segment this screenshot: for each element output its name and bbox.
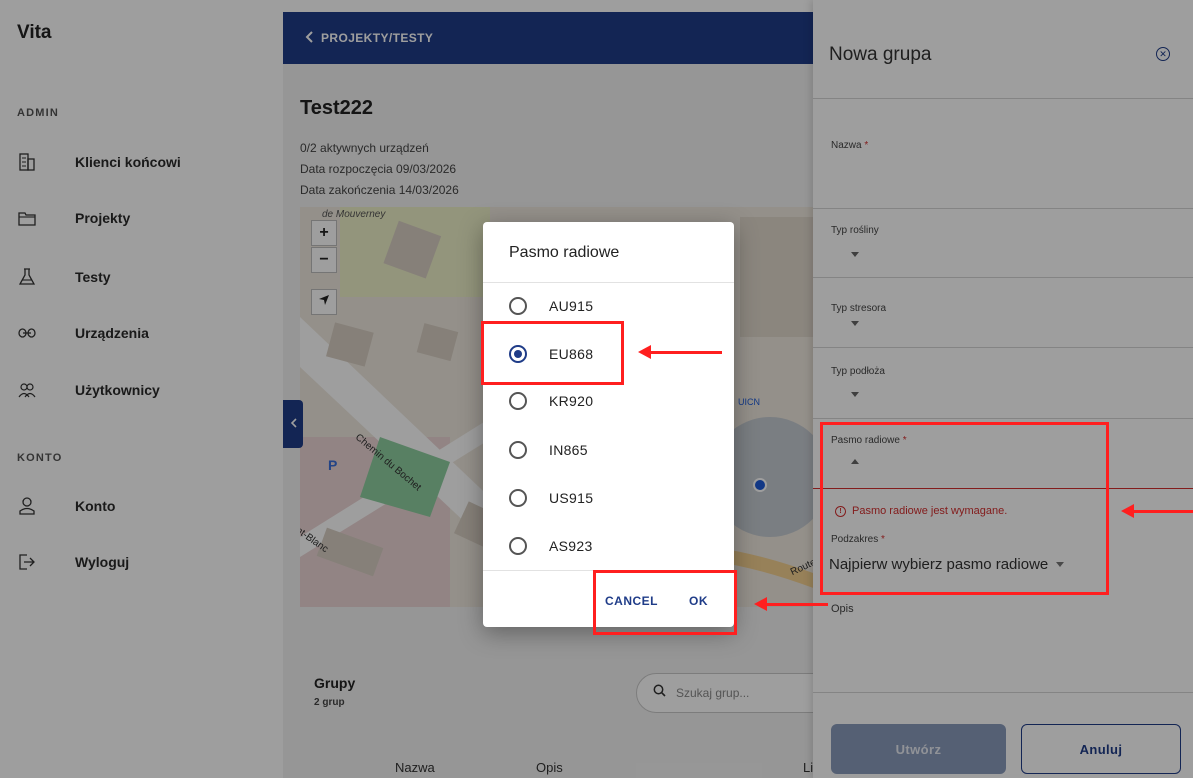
radio-button[interactable] (509, 297, 527, 315)
highlight-box-radio-band-field (820, 422, 1109, 595)
radio-option-in865[interactable]: IN865 (509, 432, 709, 468)
divider (483, 282, 734, 283)
radio-option-label: US915 (549, 490, 594, 506)
highlight-box-eu868 (481, 321, 624, 385)
radio-option-kr920[interactable]: KR920 (509, 383, 709, 419)
radio-band-dialog: Pasmo radiowe AU915 EU868 KR920 IN865 US… (483, 222, 734, 627)
annotation-arrow-head (638, 345, 651, 359)
radio-button[interactable] (509, 537, 527, 555)
annotation-arrow (1133, 510, 1193, 513)
radio-option-label: IN865 (549, 442, 588, 458)
highlight-box-dialog-buttons (593, 570, 737, 635)
annotation-arrow (650, 351, 722, 354)
radio-option-us915[interactable]: US915 (509, 480, 709, 516)
radio-option-label: AU915 (549, 298, 594, 314)
radio-option-label: AS923 (549, 538, 593, 554)
annotation-arrow-head (1121, 504, 1134, 518)
radio-button[interactable] (509, 392, 527, 410)
radio-option-label: KR920 (549, 393, 594, 409)
radio-button[interactable] (509, 441, 527, 459)
annotation-arrow (766, 603, 828, 606)
dialog-title: Pasmo radiowe (509, 244, 620, 261)
annotation-arrow-head (754, 597, 767, 611)
radio-option-au915[interactable]: AU915 (509, 288, 709, 324)
radio-option-as923[interactable]: AS923 (509, 528, 709, 564)
radio-button[interactable] (509, 489, 527, 507)
